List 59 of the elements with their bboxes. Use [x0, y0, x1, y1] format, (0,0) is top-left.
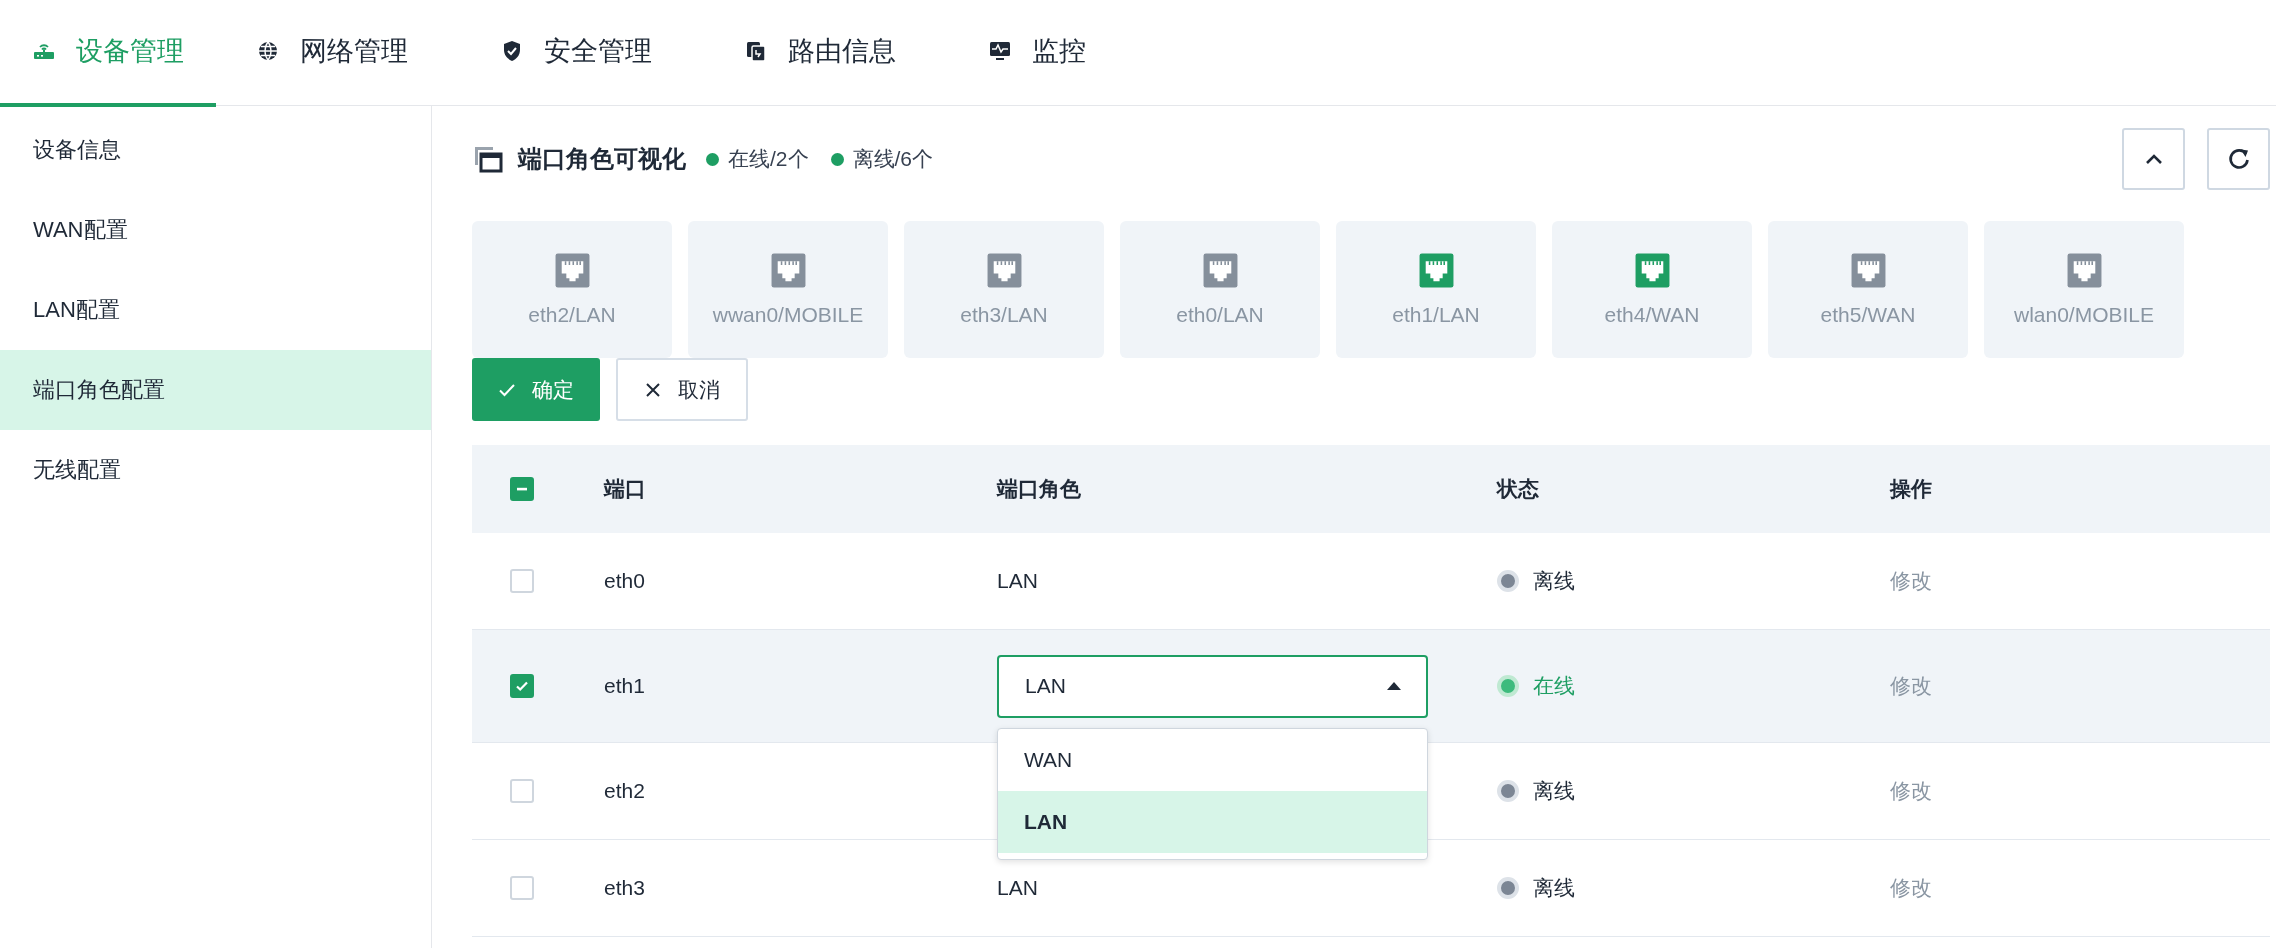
port-label: eth1/LAN: [1392, 303, 1480, 327]
panel-title: 端口角色可视化: [518, 144, 686, 174]
nav-tab[interactable]: 安全管理: [460, 0, 704, 107]
edit-link[interactable]: 修改: [1890, 876, 1932, 899]
port-label: wwan0/MOBILE: [712, 303, 864, 327]
nav-tab[interactable]: 网络管理: [216, 0, 460, 107]
port-label: eth4/WAN: [1604, 303, 1700, 327]
nav-tab[interactable]: 设备管理: [0, 0, 216, 107]
nav-tab[interactable]: 监控: [948, 0, 1138, 107]
port-card[interactable]: eth4/WAN: [1552, 221, 1752, 358]
column-header: 状态: [1497, 477, 1539, 500]
column-header: 操作: [1890, 477, 1932, 500]
column-header: 端口: [604, 477, 646, 500]
legend-label: 离线/6个: [852, 146, 934, 172]
port-card[interactable]: wlan0/MOBILE: [1984, 221, 2184, 358]
port-label: eth3/LAN: [960, 303, 1048, 327]
table-cell: LAN: [997, 569, 1038, 592]
nav-tab[interactable]: 路由信息: [704, 0, 948, 107]
sidebar-item[interactable]: 无线配置: [0, 430, 431, 510]
edit-link[interactable]: 修改: [1890, 569, 1932, 592]
table-cell: eth1: [604, 674, 645, 697]
port-card[interactable]: eth2/LAN: [472, 221, 672, 358]
cancel-button[interactable]: 取消: [616, 358, 748, 421]
collapse-button[interactable]: [2122, 128, 2185, 190]
sidebar-item[interactable]: WAN配置: [0, 190, 431, 270]
column-header: 端口角色: [997, 477, 1081, 500]
status-text: 离线: [1533, 778, 1575, 804]
edit-link[interactable]: 修改: [1890, 779, 1932, 802]
table-cell: eth0: [604, 569, 645, 592]
dropdown-option[interactable]: WAN: [998, 728, 1427, 791]
sidebar-item[interactable]: 设备信息: [0, 110, 431, 190]
sidebar-item[interactable]: 端口角色配置: [0, 350, 431, 430]
copy-icon: [744, 39, 768, 64]
status-text: 离线: [1533, 875, 1575, 901]
sidebar-item[interactable]: LAN配置: [0, 270, 431, 350]
port-card[interactable]: eth1/LAN: [1336, 221, 1536, 358]
table-cell: eth3: [604, 876, 645, 899]
select-all-checkbox[interactable]: [510, 477, 534, 501]
edit-link[interactable]: 修改: [1890, 674, 1932, 697]
dropdown-option[interactable]: LAN: [998, 790, 1427, 853]
port-label: wlan0/MOBILE: [2013, 303, 2155, 327]
table-cell: eth2: [604, 779, 645, 802]
port-label: eth0/LAN: [1176, 303, 1264, 327]
row-checkbox[interactable]: [510, 674, 534, 698]
port-card[interactable]: eth3/LAN: [904, 221, 1104, 358]
port-label: eth2/LAN: [528, 303, 616, 327]
port-card[interactable]: wwan0/MOBILE: [688, 221, 888, 358]
legend-label: 在线/2个: [728, 146, 809, 172]
status-text: 在线: [1533, 673, 1575, 699]
status-text: 离线: [1533, 568, 1575, 594]
table-cell: LAN: [997, 876, 1038, 899]
refresh-button[interactable]: [2207, 128, 2270, 190]
role-select[interactable]: LAN: [997, 654, 1428, 718]
caret-icon: [1386, 681, 1402, 691]
port-card[interactable]: eth0/LAN: [1120, 221, 1320, 358]
port-card[interactable]: eth5/WAN: [1768, 221, 1968, 358]
port-label: eth5/WAN: [1820, 303, 1916, 327]
close-icon: [644, 380, 662, 399]
confirm-button[interactable]: 确定: [472, 358, 600, 421]
